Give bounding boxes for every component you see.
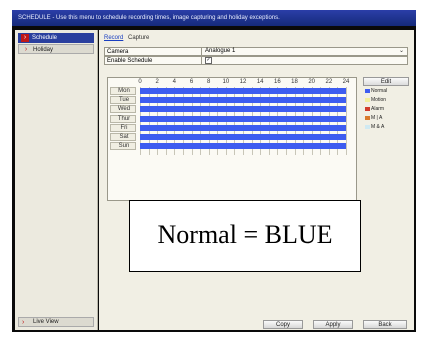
schedule-bar-sun[interactable] [140, 143, 346, 150]
live-view-button[interactable]: › Live View [18, 317, 94, 327]
legend-label: Motion [371, 97, 387, 103]
hour-label: 0 [138, 79, 142, 85]
legend-item-alarm: Alarm [365, 106, 384, 112]
title-bar: SCHEDULE - Use this menu to schedule rec… [12, 10, 416, 26]
hour-label: 22 [325, 79, 333, 85]
camera-value: Analogue 1 [205, 48, 236, 54]
main-panel: Record Capture Camera Analogue 1 ⌄ Enabl… [99, 30, 414, 330]
legend-item-normal: Normal [365, 88, 387, 94]
edit-button[interactable]: Edit [363, 77, 409, 86]
camera-row: Camera Analogue 1 ⌄ [104, 47, 408, 56]
apply-button[interactable]: Apply [313, 320, 353, 329]
hour-label: 18 [291, 79, 298, 85]
legend-label: M | A [371, 115, 383, 121]
legend-label: M & A [371, 124, 385, 130]
schedule-bar-wed[interactable] [140, 106, 346, 113]
chevron-right-icon: › [22, 319, 25, 326]
legend-label: Normal [371, 88, 388, 94]
schedule-bar-mon[interactable] [140, 88, 346, 94]
day-label: Thur [117, 115, 131, 122]
legend-swatch [365, 106, 370, 111]
day-label: Sun [118, 143, 130, 150]
hour-label: 20 [308, 79, 315, 85]
camera-select[interactable]: Analogue 1 ⌄ [201, 47, 406, 56]
legend-swatch [365, 88, 370, 93]
hour-label: 8 [206, 79, 211, 85]
day-label: Sat [119, 134, 129, 140]
enable-schedule-label: Enable Schedule [107, 58, 153, 64]
live-view-label: Live View [33, 319, 59, 325]
schedule-bar-fri[interactable] [140, 124, 346, 131]
hour-label: 14 [256, 79, 264, 85]
hour-label: 6 [189, 79, 194, 85]
chevron-down-icon: ⌄ [398, 48, 404, 54]
schedule-grid[interactable]: 0 2 4 6 8 10 12 14 16 18 20 22 24 Mon Tue Wed Thur Fri Sat… [107, 77, 357, 201]
legend-swatch [365, 115, 370, 120]
hour-label: 16 [273, 79, 281, 85]
day-label: Wed [117, 106, 131, 113]
enable-schedule-value: ✓ [201, 56, 406, 65]
tab-record[interactable]: Record [104, 35, 123, 41]
sidebar: › Schedule › Holiday › Live View [15, 30, 98, 330]
sidebar-item-schedule[interactable]: › Schedule [18, 33, 94, 43]
legend-label: Alarm [371, 106, 385, 112]
grid-line [346, 87, 347, 156]
schedule-bar-tue[interactable] [140, 97, 346, 104]
legend-item-motion: Motion [365, 97, 386, 103]
legend-swatch [365, 97, 370, 102]
chevron-right-icon: › [21, 34, 29, 42]
hour-label: 24 [342, 79, 350, 85]
hour-label: 4 [172, 79, 176, 85]
hour-label: 10 [222, 79, 230, 85]
legend-item-m-and-a: M & A [365, 124, 384, 130]
legend-item-m-or-a: M | A [365, 115, 382, 121]
annotation-box: Normal = BLUE [129, 200, 361, 272]
tab-bar: Record Capture [104, 35, 149, 41]
enable-schedule-checkbox[interactable]: ✓ [205, 57, 212, 64]
day-label: Fri [120, 124, 128, 131]
back-button[interactable]: Back [363, 320, 407, 329]
chevron-right-icon: › [24, 46, 28, 53]
schedule-bar-sat[interactable] [140, 134, 346, 140]
annotation-text: Normal = BLUE [157, 220, 333, 249]
legend-swatch [365, 124, 370, 129]
camera-label: Camera [107, 49, 129, 55]
hour-label: 2 [155, 79, 159, 85]
sidebar-item-label: Schedule [32, 35, 58, 41]
hour-label: 12 [239, 79, 247, 85]
day-label: Mon [118, 88, 130, 94]
schedule-bar-thur[interactable] [140, 115, 346, 122]
sidebar-item-holiday[interactable]: › Holiday [18, 44, 94, 54]
copy-button[interactable]: Copy [263, 320, 303, 329]
tab-capture[interactable]: Capture [128, 35, 149, 41]
day-label: Tue [118, 97, 130, 104]
sidebar-item-label: Holiday [33, 47, 54, 53]
enable-schedule-row: Enable Schedule ✓ [104, 56, 408, 65]
